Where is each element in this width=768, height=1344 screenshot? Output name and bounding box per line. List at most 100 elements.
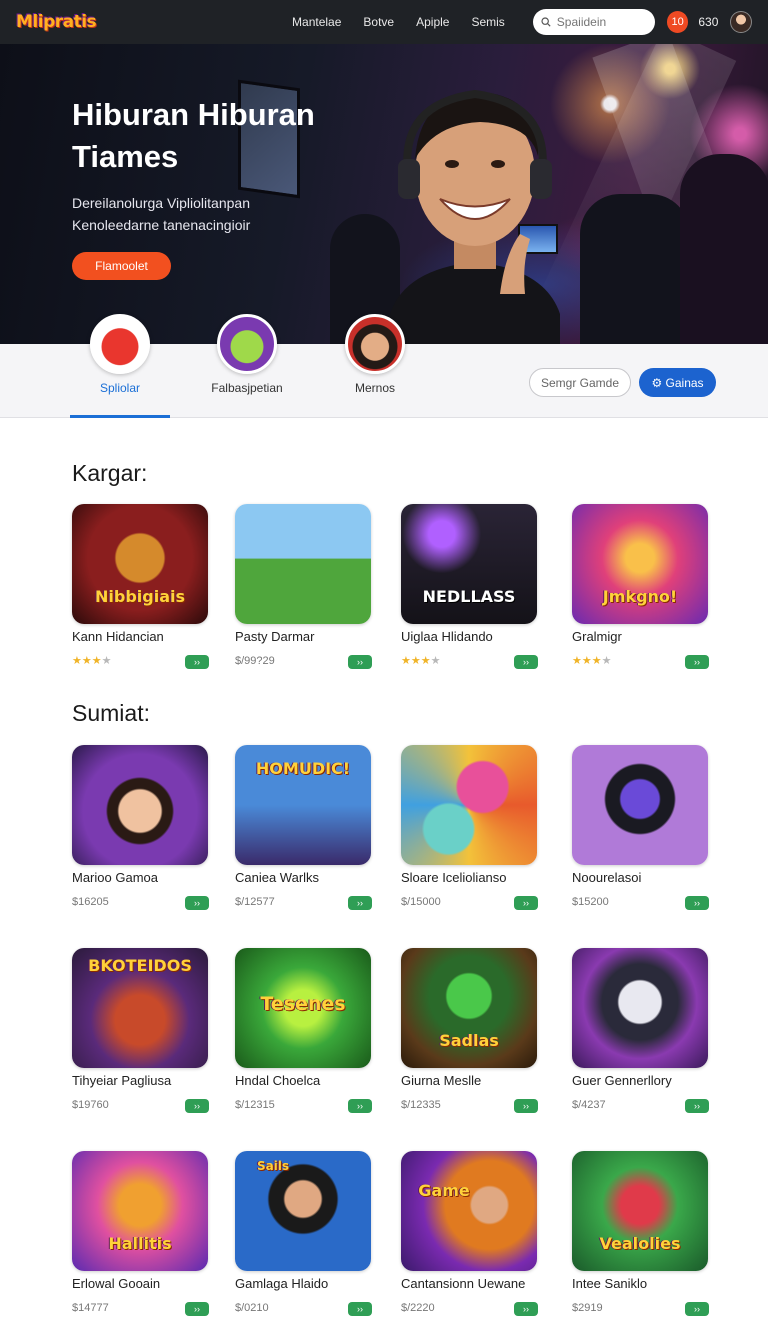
gamepad-icon: ⚙ (651, 375, 666, 390)
thumbnail-title: HOMUDIC! (255, 759, 351, 778)
game-thumbnail (572, 745, 708, 865)
game-price: $19760 (72, 1099, 109, 1111)
game-price: $/12315 (235, 1099, 275, 1111)
hero-cta-button[interactable]: Flamoolet (72, 252, 171, 280)
game-card[interactable]: Hallitis Erlowal Gooain $14777 ›› (72, 1151, 212, 1316)
hero-subtitle: Dereilanolurga Vipliolitanpan Kenoleedar… (72, 195, 251, 233)
game-title: Pasty Darmar (235, 629, 315, 644)
crowd-silhouette (680, 154, 768, 344)
play-badge[interactable]: ›› (685, 655, 709, 669)
game-title: Gamlaga Hlaido (235, 1276, 329, 1291)
game-thumbnail: Sails (235, 1151, 371, 1271)
game-title: Sloare Iceliolianso (401, 870, 507, 885)
game-price: $/0210 (235, 1302, 269, 1314)
search-input[interactable] (556, 15, 647, 29)
game-card[interactable]: Noourelasoi $15200 ›› (572, 745, 712, 910)
game-price: $16205 (72, 896, 109, 908)
nav-item-1[interactable]: Botve (363, 15, 394, 29)
game-title: Marioo Gamoa (72, 870, 158, 885)
site-logo[interactable]: Mlipratis (16, 12, 212, 32)
search-box[interactable] (532, 9, 655, 35)
thumbnail-title: Nibbigiais (94, 587, 185, 606)
play-badge[interactable]: ›› (185, 896, 209, 910)
play-badge[interactable]: ›› (185, 1302, 209, 1316)
game-card[interactable]: Tesenes Hndal Choelca $/12315 ›› (235, 948, 375, 1113)
category-tab-2[interactable]: Mernos (315, 314, 435, 418)
game-thumbnail: Jmkgno! (572, 504, 708, 624)
game-card[interactable]: Sails Gamlaga Hlaido $/0210 ›› (235, 1151, 375, 1316)
game-card[interactable]: Jmkgno! Gralmigr ★★★★ ›› (572, 504, 712, 669)
play-badge[interactable]: ›› (685, 1302, 709, 1316)
play-badge[interactable]: ›› (185, 655, 209, 669)
game-card[interactable]: BKOTEIDOS Tihyeiar Pagliusa $19760 ›› (72, 948, 212, 1113)
play-badge[interactable]: ›› (685, 896, 709, 910)
play-badge[interactable]: ›› (685, 1099, 709, 1113)
play-badge[interactable]: ›› (514, 1302, 538, 1316)
game-card[interactable]: Pasty Darmar $/99?29 ›› (235, 504, 375, 669)
category-tab-1[interactable]: Falbasjpetian (187, 314, 307, 418)
play-badge[interactable]: ›› (348, 655, 372, 669)
game-title: Giurna Meslle (401, 1073, 482, 1088)
notification-badge[interactable]: 10 (666, 11, 689, 33)
game-title: Noourelasoi (572, 870, 642, 885)
nav-item-2[interactable]: Apiple (416, 15, 449, 29)
game-card[interactable]: HOMUDIC! Caniea Warlks $/12577 ›› (235, 745, 375, 910)
game-price: $/99?29 (235, 655, 275, 667)
game-thumbnail: Hallitis (72, 1151, 208, 1271)
nav-item-0[interactable]: Mantelae (292, 15, 341, 29)
game-card[interactable]: Marioo Gamoa $16205 ›› (72, 745, 212, 910)
thumbnail-title: Vealolies (599, 1234, 681, 1253)
game-title: Caniea Warlks (235, 870, 320, 885)
game-thumbnail: Nibbigiais (72, 504, 208, 624)
game-thumbnail (72, 745, 208, 865)
red-monster-icon (90, 314, 150, 374)
play-badge[interactable]: ›› (348, 1302, 372, 1316)
game-thumbnail: HOMUDIC! (235, 745, 371, 865)
thumbnail-title: Sadlas (439, 1031, 499, 1050)
thumbnail-title: BKOTEIDOS (88, 956, 192, 975)
game-price: $15200 (572, 896, 609, 908)
user-avatar[interactable] (730, 11, 752, 33)
game-card[interactable]: Guer Gennerllory $/4237 ›› (572, 948, 712, 1113)
game-thumbnail: NEDLLASS (401, 504, 537, 624)
play-badge[interactable]: ›› (348, 896, 372, 910)
green-monster-icon (217, 314, 277, 374)
game-price: $/12577 (235, 896, 275, 908)
game-title: Gralmigr (572, 629, 622, 644)
star-rating: ★★★★ (401, 655, 441, 667)
game-price: $2919 (572, 1302, 603, 1314)
thumbnail-title: Game (418, 1181, 470, 1200)
top-navigation-bar: Mlipratis Mantelae Botve Apiple Semis 10… (0, 0, 768, 44)
game-card[interactable]: Game Cantansionn Uewane $/2220 ›› (401, 1151, 541, 1316)
game-card[interactable]: Nibbigiais Kann Hidancian ★★★★ ›› (72, 504, 212, 669)
coin-balance: 630 (698, 15, 719, 29)
hero-title: Hiburan Hiburan Tiames (72, 97, 315, 174)
game-card[interactable]: Vealolies Intee Saniklo $2919 ›› (572, 1151, 712, 1316)
game-card[interactable]: NEDLLASS Uiglaa Hlidando ★★★★ ›› (401, 504, 541, 669)
play-badge[interactable]: ›› (514, 1099, 538, 1113)
nav-item-3[interactable]: Semis (471, 15, 504, 29)
game-thumbnail: Game (401, 1151, 537, 1271)
play-badge[interactable]: ›› (185, 1099, 209, 1113)
games-button[interactable]: ⚙ Gainas (639, 368, 716, 397)
crowd-silhouette (580, 194, 690, 344)
games-button-label: Gainas (665, 375, 704, 390)
play-badge[interactable]: ›› (348, 1099, 372, 1113)
play-badge[interactable]: ›› (514, 896, 538, 910)
category-label: Mernos (354, 381, 395, 395)
search-game-button[interactable]: Semgr Gamde (529, 368, 631, 397)
play-badge[interactable]: ›› (514, 655, 538, 669)
game-thumbnail (401, 745, 537, 865)
game-title: Uiglaa Hlidando (401, 629, 493, 644)
game-thumbnail: Sadlas (401, 948, 537, 1068)
search-icon (541, 17, 551, 27)
game-card[interactable]: Sloare Iceliolianso $/15000 ›› (401, 745, 541, 910)
active-tab-indicator (70, 415, 170, 418)
thumbnail-title: NEDLLASS (422, 587, 516, 606)
game-thumbnail: BKOTEIDOS (72, 948, 208, 1068)
section-title: Kargar: (72, 460, 148, 486)
game-card[interactable]: Sadlas Giurna Meslle $/12335 ›› (401, 948, 541, 1113)
star-rating: ★★★★ (572, 655, 612, 667)
game-price: $/12335 (401, 1099, 441, 1111)
category-tab-0[interactable]: Spliolar (60, 314, 180, 418)
